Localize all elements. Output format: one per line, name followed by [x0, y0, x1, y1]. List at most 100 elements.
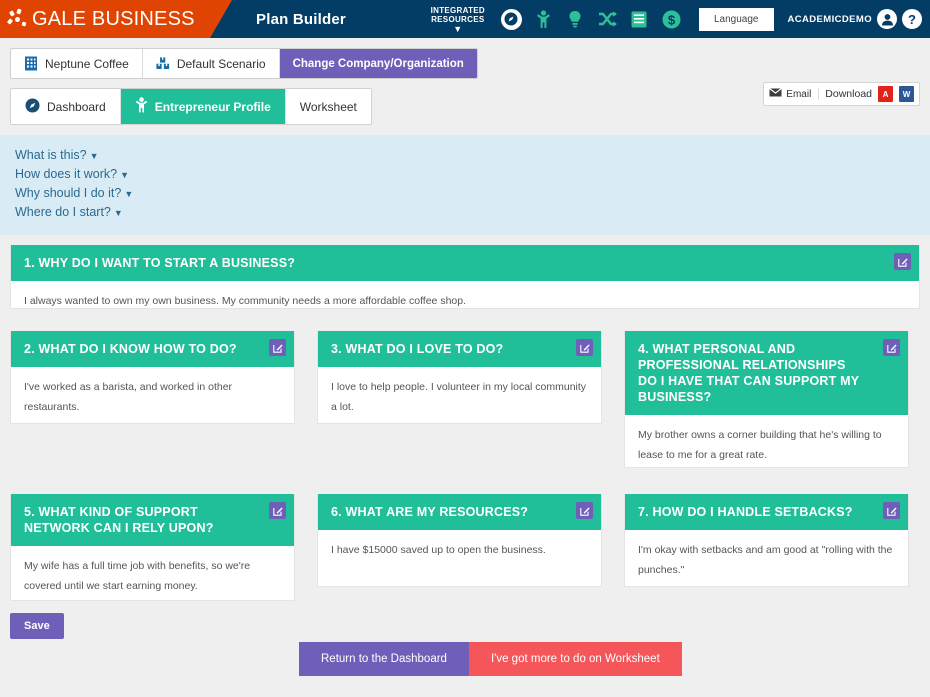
question-card-header: 2. WHAT DO I KNOW HOW TO DO?	[11, 331, 294, 367]
account-name[interactable]: ACADEMICDEMO	[788, 14, 873, 25]
brand-logo[interactable]: GALE BUSINESS	[0, 0, 232, 38]
question-title: 1. WHY DO I WANT TO START A BUSINESS?	[24, 256, 296, 270]
question-answer[interactable]: I love to help people. I volunteer in my…	[318, 367, 601, 423]
question-card-1: 1. WHY DO I WANT TO START A BUSINESS? I …	[10, 245, 920, 309]
question-mark-icon[interactable]: ?	[902, 9, 922, 29]
pdf-file-icon[interactable]: A	[878, 86, 893, 102]
question-card-6: 6. WHAT ARE MY RESOURCES? I have $15000 …	[317, 494, 602, 587]
envelope-icon	[769, 88, 783, 100]
question-card-header: 5. WHAT KIND OF SUPPORT NETWORK CAN I RE…	[11, 494, 294, 546]
shuffle-icon[interactable]	[596, 8, 618, 30]
section-tabs: Dashboard Entrepreneur Profile Worksheet	[10, 88, 372, 125]
question-card-3: 3. WHAT DO I LOVE TO DO? I love to help …	[317, 331, 602, 424]
book-icon[interactable]	[628, 8, 650, 30]
edit-pencil-square-icon[interactable]	[576, 339, 593, 356]
chevron-down-icon: ▼	[453, 23, 463, 34]
more-on-worksheet-button[interactable]: I've got more to do on Worksheet	[468, 642, 682, 676]
tab-dashboard-label: Dashboard	[47, 99, 106, 114]
dollar-icon[interactable]: $	[660, 8, 682, 30]
company-scenario-group: Neptune Coffee Default Scenario Change C…	[10, 48, 478, 79]
tab-entrepreneur-profile[interactable]: Entrepreneur Profile	[120, 89, 286, 124]
compass-icon[interactable]	[500, 8, 522, 30]
edit-pencil-square-icon[interactable]	[894, 253, 911, 270]
word-file-icon[interactable]: W	[899, 86, 914, 102]
return-to-dashboard-button[interactable]: Return to the Dashboard	[299, 642, 469, 676]
question-card-header: 3. WHAT DO I LOVE TO DO?	[318, 331, 601, 367]
save-button[interactable]: Save	[10, 613, 64, 639]
question-card-header: 6. WHAT ARE MY RESOURCES?	[318, 494, 601, 530]
email-label: Email	[786, 88, 812, 100]
building-icon	[24, 56, 38, 71]
download-label: Download	[825, 88, 872, 100]
question-answer[interactable]: I have $15000 saved up to open the busin…	[318, 530, 601, 586]
svg-text:$: $	[667, 12, 675, 27]
gale-spark-icon	[6, 8, 28, 29]
chevron-down-icon: ▼	[120, 170, 130, 180]
chevron-down-icon: ▼	[89, 151, 99, 161]
help-link-what-is-this[interactable]: What is this? ▼	[15, 146, 98, 165]
company-name: Neptune Coffee	[45, 56, 129, 71]
question-card-header: 7. HOW DO I HANDLE SETBACKS?	[625, 494, 908, 530]
help-link-how-does-it-work[interactable]: How does it work? ▼	[15, 165, 129, 184]
page-title: Plan Builder	[256, 10, 346, 28]
tab-worksheet[interactable]: Worksheet	[285, 89, 371, 124]
question-card-5: 5. WHAT KIND OF SUPPORT NETWORK CAN I RE…	[10, 494, 295, 601]
help-link-where-do-i-start[interactable]: Where do I start? ▼	[15, 203, 123, 222]
question-answer[interactable]: I'm okay with setbacks and am good at "r…	[625, 530, 908, 586]
help-link-label: How does it work?	[15, 167, 118, 181]
footer-cta-group: Return to the Dashboard I've got more to…	[299, 642, 682, 676]
brand-name: GALE BUSINESS	[32, 7, 195, 30]
edit-pencil-square-icon[interactable]	[269, 502, 286, 519]
tab-dashboard[interactable]: Dashboard	[11, 89, 121, 124]
help-link-why-should-i-do-it[interactable]: Why should I do it? ▼	[15, 184, 133, 203]
integrated-resources-line1: INTEGRATED	[430, 5, 485, 15]
top-header: GALE BUSINESS Plan Builder INTEGRATED RE…	[0, 0, 930, 38]
integrated-resources-menu[interactable]: INTEGRATED RESOURCES ▼	[430, 5, 485, 34]
chevron-down-icon: ▼	[113, 208, 123, 218]
question-title: 6. WHAT ARE MY RESOURCES?	[331, 505, 529, 519]
question-title: 4. WHAT PERSONAL AND PROFESSIONAL RELATI…	[638, 342, 860, 404]
footer-actions: Save Return to the Dashboard I've got mo…	[0, 611, 930, 697]
question-card-7: 7. HOW DO I HANDLE SETBACKS? I'm okay wi…	[624, 494, 909, 587]
tab-worksheet-label: Worksheet	[299, 99, 357, 114]
help-panel: What is this? ▼ How does it work? ▼ Why sh…	[0, 135, 930, 235]
compass-icon	[25, 98, 40, 116]
question-row-1: 1. WHY DO I WANT TO START A BUSINESS? I …	[10, 245, 920, 309]
edit-pencil-square-icon[interactable]	[576, 502, 593, 519]
question-answer[interactable]: My brother owns a corner building that h…	[625, 415, 908, 467]
question-answer[interactable]: My wife has a full time job with benefit…	[11, 546, 294, 600]
chevron-down-icon: ▼	[124, 189, 134, 199]
scenario-selector[interactable]: Default Scenario	[142, 49, 280, 78]
question-card-2: 2. WHAT DO I KNOW HOW TO DO? I've worked…	[10, 331, 295, 424]
help-link-label: What is this?	[15, 148, 87, 162]
help-link-label: Where do I start?	[15, 205, 111, 219]
question-title: 5. WHAT KIND OF SUPPORT NETWORK CAN I RE…	[24, 505, 214, 535]
question-title: 7. HOW DO I HANDLE SETBACKS?	[638, 505, 853, 519]
question-card-header: 1. WHY DO I WANT TO START A BUSINESS?	[11, 245, 919, 281]
lightbulb-icon[interactable]	[564, 8, 586, 30]
boxes-icon	[156, 56, 170, 71]
language-button[interactable]: Language	[699, 7, 774, 31]
edit-pencil-square-icon[interactable]	[883, 339, 900, 356]
question-answer[interactable]: I always wanted to own my own business. …	[11, 281, 919, 308]
edit-pencil-square-icon[interactable]	[883, 502, 900, 519]
user-icon[interactable]	[877, 9, 897, 29]
change-company-button[interactable]: Change Company/Organization	[279, 49, 477, 78]
scenario-bar: Neptune Coffee Default Scenario Change C…	[0, 38, 930, 106]
edit-pencil-square-icon[interactable]	[269, 339, 286, 356]
tab-entrepreneur-profile-label: Entrepreneur Profile	[154, 99, 271, 114]
question-answer[interactable]: I've worked as a barista, and worked in …	[11, 367, 294, 423]
company-selector[interactable]: Neptune Coffee	[11, 49, 143, 78]
scenario-name: Default Scenario	[176, 56, 266, 71]
question-row-3: 5. WHAT KIND OF SUPPORT NETWORK CAN I RE…	[10, 494, 920, 601]
question-row-2: 2. WHAT DO I KNOW HOW TO DO? I've worked…	[10, 331, 920, 468]
person-raised-arms-icon	[135, 97, 148, 116]
questions-board: 1. WHY DO I WANT TO START A BUSINESS? I …	[0, 235, 930, 611]
question-title: 2. WHAT DO I KNOW HOW TO DO?	[24, 342, 237, 356]
help-link-label: Why should I do it?	[15, 186, 122, 200]
header-right-tools: INTEGRATED RESOURCES ▼ $ Language ACADEM…	[431, 6, 930, 33]
email-button[interactable]: Email	[769, 88, 820, 100]
person-raised-arms-icon[interactable]	[532, 8, 554, 30]
integrated-resources-line2: RESOURCES	[431, 14, 485, 24]
question-card-header: 4. WHAT PERSONAL AND PROFESSIONAL RELATI…	[625, 331, 908, 415]
